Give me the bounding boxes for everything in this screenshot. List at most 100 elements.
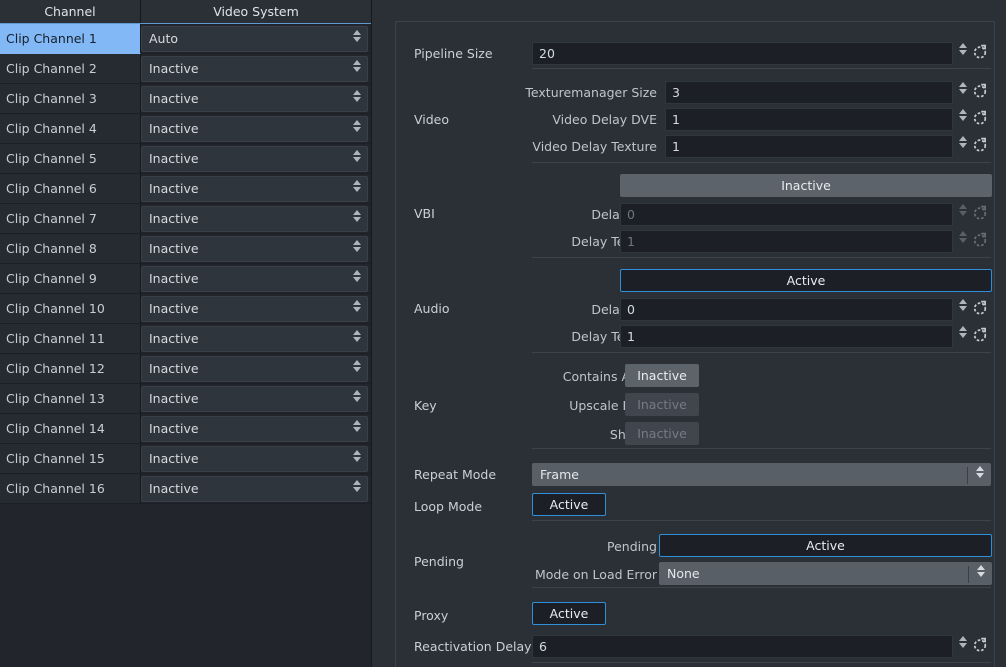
vbi-delay-dve-reset-icon[interactable]	[972, 205, 988, 221]
video-delay-dve-spinner[interactable]	[958, 109, 967, 129]
table-row[interactable]: Clip Channel 13 Inactive	[0, 384, 371, 414]
table-row[interactable]: Clip Channel 1 Auto	[0, 24, 371, 54]
table-row[interactable]: Clip Channel 8 Inactive	[0, 234, 371, 264]
table-row[interactable]: Clip Channel 12 Inactive	[0, 354, 371, 384]
vbi-delay-dve-input[interactable]: 0	[620, 203, 953, 226]
reactivation-delay-input[interactable]: 6	[532, 635, 953, 658]
texturemanager-size-input[interactable]: 3	[665, 81, 953, 104]
channel-name-cell[interactable]: Clip Channel 1	[0, 24, 141, 54]
column-header-channel[interactable]: Channel	[0, 0, 141, 23]
repeat-mode-dropdown[interactable]: Frame	[532, 463, 991, 486]
audio-delay-dve-reset-icon[interactable]	[972, 300, 988, 316]
video-system-dropdown[interactable]: Inactive	[141, 206, 368, 232]
table-row[interactable]: Clip Channel 15 Inactive	[0, 444, 371, 474]
video-system-dropdown[interactable]: Inactive	[141, 266, 368, 292]
vbi-delay-texture-reset-icon[interactable]	[972, 232, 988, 248]
video-system-spinner-icon[interactable]	[352, 240, 361, 260]
table-row[interactable]: Clip Channel 3 Inactive	[0, 84, 371, 114]
video-system-dropdown[interactable]: Inactive	[141, 56, 368, 82]
channel-name-cell[interactable]: Clip Channel 8	[0, 234, 141, 264]
video-system-dropdown[interactable]: Auto	[141, 26, 368, 52]
channel-name-cell[interactable]: Clip Channel 12	[0, 354, 141, 384]
table-row[interactable]: Clip Channel 5 Inactive	[0, 144, 371, 174]
contains-alpha-button[interactable]: Inactive	[625, 364, 699, 387]
channel-name-cell[interactable]: Clip Channel 5	[0, 144, 141, 174]
table-row[interactable]: Clip Channel 11 Inactive	[0, 324, 371, 354]
vbi-delay-texture-input[interactable]: 1	[620, 230, 953, 253]
audio-delay-dve-spinner[interactable]	[958, 299, 967, 319]
channel-name-cell[interactable]: Clip Channel 10	[0, 294, 141, 324]
video-delay-texture-reset-icon[interactable]	[972, 137, 988, 153]
video-system-spinner-icon[interactable]	[352, 450, 361, 470]
video-system-dropdown[interactable]: Inactive	[141, 416, 368, 442]
channel-name-cell[interactable]: Clip Channel 13	[0, 384, 141, 414]
video-system-spinner-icon[interactable]	[352, 300, 361, 320]
pipeline-size-input[interactable]: 20	[532, 42, 953, 65]
table-row[interactable]: Clip Channel 4 Inactive	[0, 114, 371, 144]
video-delay-dve-reset-icon[interactable]	[972, 110, 988, 126]
table-row[interactable]: Clip Channel 7 Inactive	[0, 204, 371, 234]
reactivation-delay-spinner[interactable]	[958, 636, 967, 656]
video-system-dropdown[interactable]: Inactive	[141, 176, 368, 202]
reactivation-delay-reset-icon[interactable]	[972, 637, 988, 653]
video-system-dropdown[interactable]: Inactive	[141, 86, 368, 112]
video-system-dropdown[interactable]: Inactive	[141, 296, 368, 322]
proxy-button[interactable]: Active	[532, 602, 606, 625]
texturemanager-size-spinner[interactable]	[958, 82, 967, 102]
pending-toggle-button[interactable]: Active	[659, 534, 992, 557]
video-system-dropdown[interactable]: Inactive	[141, 356, 368, 382]
audio-delay-texture-reset-icon[interactable]	[972, 327, 988, 343]
video-system-spinner-icon[interactable]	[352, 330, 361, 350]
texturemanager-size-reset-icon[interactable]	[972, 83, 988, 99]
video-system-spinner-icon[interactable]	[352, 270, 361, 290]
column-header-video-system[interactable]: Video System	[141, 0, 371, 23]
table-row[interactable]: Clip Channel 14 Inactive	[0, 414, 371, 444]
video-system-spinner-icon[interactable]	[352, 120, 361, 140]
audio-delay-texture-input[interactable]: 1	[620, 325, 953, 348]
video-system-dropdown[interactable]: Inactive	[141, 326, 368, 352]
video-system-dropdown[interactable]: Inactive	[141, 446, 368, 472]
table-row[interactable]: Clip Channel 2 Inactive	[0, 54, 371, 84]
pipeline-size-spinner[interactable]	[958, 43, 967, 63]
channel-name-cell[interactable]: Clip Channel 3	[0, 84, 141, 114]
audio-delay-dve-input[interactable]: 0	[620, 298, 953, 321]
loop-mode-button[interactable]: Active	[532, 493, 606, 516]
vbi-toggle-button[interactable]: Inactive	[620, 174, 992, 197]
video-system-dropdown[interactable]: Inactive	[141, 116, 368, 142]
video-system-dropdown[interactable]: Inactive	[141, 236, 368, 262]
video-system-spinner-icon[interactable]	[352, 390, 361, 410]
video-delay-texture-spinner[interactable]	[958, 136, 967, 156]
vbi-delay-dve-spinner[interactable]	[958, 204, 967, 224]
channel-name-cell[interactable]: Clip Channel 16	[0, 474, 141, 504]
table-row[interactable]: Clip Channel 9 Inactive	[0, 264, 371, 294]
channel-name-cell[interactable]: Clip Channel 9	[0, 264, 141, 294]
video-system-dropdown[interactable]: Inactive	[141, 386, 368, 412]
video-system-spinner-icon[interactable]	[352, 420, 361, 440]
video-system-dropdown[interactable]: Inactive	[141, 146, 368, 172]
channel-name-cell[interactable]: Clip Channel 14	[0, 414, 141, 444]
vbi-delay-texture-spinner[interactable]	[958, 231, 967, 251]
video-system-spinner-icon[interactable]	[352, 210, 361, 230]
video-system-spinner-icon[interactable]	[352, 90, 361, 110]
channel-name-cell[interactable]: Clip Channel 4	[0, 114, 141, 144]
channel-name-cell[interactable]: Clip Channel 11	[0, 324, 141, 354]
repeat-mode-spinner-icon[interactable]	[975, 466, 984, 486]
video-system-spinner-icon[interactable]	[352, 60, 361, 80]
channel-name-cell[interactable]: Clip Channel 6	[0, 174, 141, 204]
channel-name-cell[interactable]: Clip Channel 7	[0, 204, 141, 234]
shaped-button[interactable]: Inactive	[625, 422, 699, 445]
video-system-spinner-icon[interactable]	[352, 150, 361, 170]
channel-name-cell[interactable]: Clip Channel 15	[0, 444, 141, 474]
mode-on-load-error-spinner-icon[interactable]	[976, 565, 985, 585]
audio-delay-texture-spinner[interactable]	[958, 326, 967, 346]
video-system-spinner-icon[interactable]	[352, 30, 361, 50]
video-delay-dve-input[interactable]: 1	[665, 108, 953, 131]
table-row[interactable]: Clip Channel 10 Inactive	[0, 294, 371, 324]
video-system-spinner-icon[interactable]	[352, 180, 361, 200]
pipeline-size-reset-icon[interactable]	[972, 44, 988, 60]
table-row[interactable]: Clip Channel 6 Inactive	[0, 174, 371, 204]
upscale-luma-button[interactable]: Inactive	[625, 393, 699, 416]
video-system-dropdown[interactable]: Inactive	[141, 476, 368, 502]
video-system-spinner-icon[interactable]	[352, 480, 361, 500]
video-delay-texture-input[interactable]: 1	[665, 135, 953, 158]
